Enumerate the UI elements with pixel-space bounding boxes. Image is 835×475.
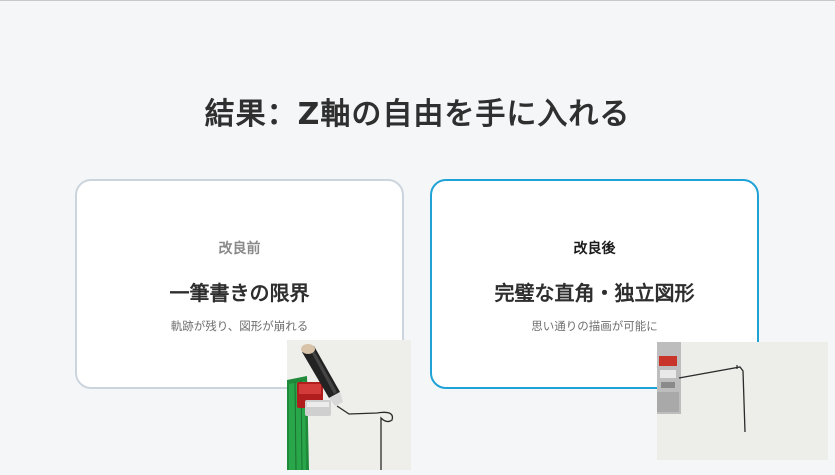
after-heading: 完璧な直角・独立図形 (494, 281, 695, 305)
slide-title: 結果：Z軸の自由を手に入れる (204, 97, 631, 132)
slide: { "slide": { "title": "結果：Z軸の自由を手に入れる" }… (0, 0, 835, 475)
after-description: 思い通りの描画が可能に (531, 319, 658, 333)
before-heading: 一筆書きの限界 (169, 281, 310, 305)
before-description: 軌跡が残り、図形が崩れる (170, 319, 309, 333)
before-label: 改良前 (218, 241, 261, 257)
before-photo (287, 340, 411, 470)
after-label: 改良後 (573, 241, 616, 257)
after-photo (657, 342, 828, 460)
